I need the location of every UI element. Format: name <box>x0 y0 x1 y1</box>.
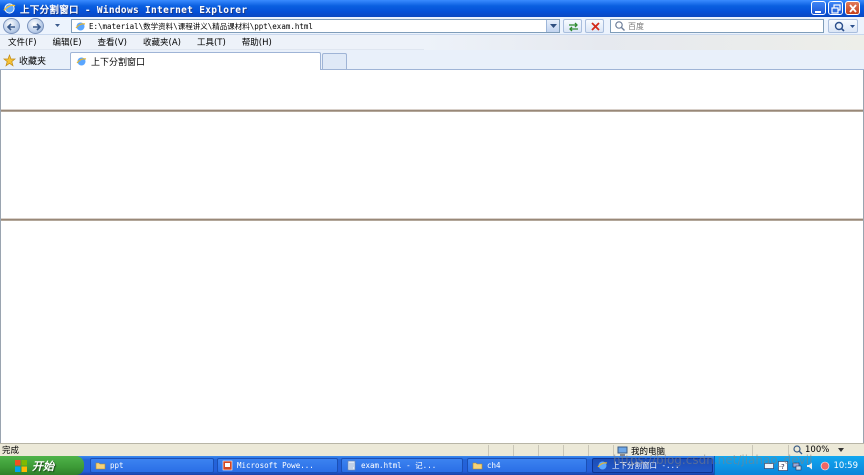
address-bar[interactable]: E:\material\数学资料\课程讲义\精品课材料\ppt\exam.htm… <box>71 19 560 33</box>
menu-file[interactable]: 文件(F) <box>8 36 37 48</box>
volume-icon[interactable] <box>806 461 816 471</box>
keyboard-icon[interactable] <box>763 461 774 471</box>
taskbar-item-notepad[interactable]: exam.html - 记... <box>341 458 463 473</box>
history-dropdown-icon[interactable] <box>54 22 61 29</box>
stop-button[interactable] <box>585 19 604 33</box>
status-bar: 完成 我的电脑 100% <box>0 443 864 457</box>
new-tab-button[interactable] <box>322 53 347 69</box>
taskbar-item-powerpoint[interactable]: Microsoft Powe... <box>217 458 338 473</box>
menu-favorites[interactable]: 收藏夹(A) <box>143 36 181 48</box>
zoom-level: 100% <box>805 445 830 455</box>
status-divider <box>752 445 753 456</box>
forward-button[interactable] <box>27 18 44 34</box>
refresh-icon <box>569 22 578 32</box>
frame-middle[interactable] <box>1 112 863 218</box>
notepad-icon <box>347 460 356 471</box>
tab-page-icon <box>76 57 87 66</box>
page-content <box>0 70 864 443</box>
folder-icon <box>472 462 483 470</box>
start-label: 开始 <box>32 459 54 473</box>
taskbar-item-label: ch4 <box>487 461 501 470</box>
page-icon <box>75 22 86 30</box>
status-divider <box>513 445 514 456</box>
ie-icon <box>3 3 16 14</box>
menu-bar: 文件(F) 编辑(E) 查看(V) 收藏夹(A) 工具(T) 帮助(H) <box>0 35 864 50</box>
favorites-label: 收藏夹 <box>19 56 47 67</box>
system-tray: ? 10:59 <box>714 456 864 475</box>
taskbar-item-ie-window[interactable]: 上下分割窗口 -... <box>592 458 713 473</box>
start-button[interactable]: 开始 <box>0 456 84 475</box>
search-icon <box>615 21 625 31</box>
close-button[interactable] <box>845 1 860 15</box>
minimize-icon <box>815 11 821 13</box>
taskbar-item-label: Microsoft Powe... <box>237 461 314 470</box>
tab-title: 上下分割窗口 <box>91 58 146 68</box>
help-icon[interactable]: ? <box>777 460 788 471</box>
forward-arrow-icon <box>33 23 42 31</box>
search-input[interactable] <box>626 21 806 31</box>
tab-bar: 收藏夹 上下分割窗口 <box>0 50 864 70</box>
svg-text:?: ? <box>781 463 785 471</box>
taskbar-item-label: exam.html - 记... <box>361 461 437 470</box>
search-go-icon <box>834 21 855 32</box>
powerpoint-icon <box>222 460 233 471</box>
network-icon[interactable] <box>792 461 802 471</box>
menu-help[interactable]: 帮助(H) <box>242 36 272 48</box>
title-bar[interactable]: 上下分割窗口 - Windows Internet Explorer <box>0 0 864 17</box>
search-box[interactable] <box>610 19 824 33</box>
folder-icon <box>95 462 106 470</box>
system-clock[interactable]: 10:59 <box>834 461 859 471</box>
menu-bar-background <box>424 35 864 50</box>
computer-icon <box>617 446 628 456</box>
address-url[interactable]: E:\material\数学资料\课程讲义\精品课材料\ppt\exam.htm… <box>89 21 313 32</box>
zoom-control[interactable]: 100% <box>793 445 845 455</box>
zoom-icon <box>793 445 803 455</box>
tab-active[interactable]: 上下分割窗口 <box>70 52 321 70</box>
address-dropdown-button[interactable] <box>546 20 559 32</box>
minimize-button[interactable] <box>811 1 826 15</box>
restore-button[interactable] <box>828 1 843 15</box>
taskbar-item-label: ppt <box>110 461 124 470</box>
navigation-bar: E:\material\数学资料\课程讲义\精品课材料\ppt\exam.htm… <box>0 17 864 35</box>
taskbar-item-folder-ch4[interactable]: ch4 <box>467 458 587 473</box>
taskbar-item-label: 上下分割窗口 -... <box>612 461 680 470</box>
status-divider <box>563 445 564 456</box>
favorites-star-icon <box>3 53 16 67</box>
menu-tools[interactable]: 工具(T) <box>197 36 226 48</box>
taskbar-item-folder-ppt[interactable]: ppt <box>90 458 214 473</box>
back-button[interactable] <box>3 18 20 34</box>
status-divider <box>538 445 539 456</box>
window-title: 上下分割窗口 - Windows Internet Explorer <box>20 4 248 16</box>
chevron-down-icon <box>838 448 845 452</box>
menu-edit[interactable]: 编辑(E) <box>53 36 82 48</box>
frame-bottom[interactable] <box>1 221 863 443</box>
windows-flag-icon <box>15 459 27 472</box>
refresh-button[interactable] <box>563 19 582 33</box>
search-go-button[interactable] <box>828 19 858 33</box>
status-divider <box>488 445 489 456</box>
status-divider <box>588 445 589 456</box>
back-arrow-icon <box>6 23 15 31</box>
status-divider <box>613 445 614 456</box>
restore-icon <box>831 4 841 14</box>
stop-icon <box>591 22 600 31</box>
ie-icon <box>597 461 608 470</box>
favorites-button[interactable]: 收藏夹 <box>3 52 46 68</box>
taskbar: 开始 ppt Microsoft Powe... exam.html - 记..… <box>0 456 864 475</box>
close-icon <box>849 4 857 13</box>
chevron-down-icon <box>550 24 557 28</box>
frame-top[interactable] <box>1 70 863 109</box>
status-divider <box>788 445 789 456</box>
menu-view[interactable]: 查看(V) <box>98 36 127 48</box>
status-text: 完成 <box>2 446 20 456</box>
tray-app-icon[interactable] <box>820 461 830 471</box>
